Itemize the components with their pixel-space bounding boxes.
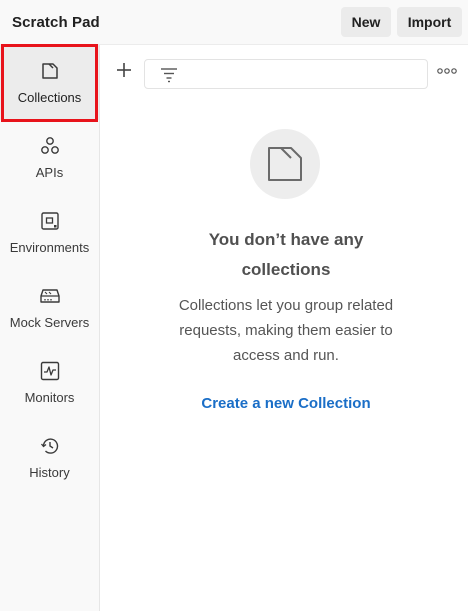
- empty-desc-line: access and run.: [233, 347, 339, 364]
- empty-collection-icon: [250, 129, 320, 199]
- history-icon: [39, 435, 61, 457]
- import-button[interactable]: Import: [397, 7, 462, 37]
- sidebar-item-label: Collections: [17, 90, 82, 105]
- monitor-icon: [39, 360, 61, 382]
- create-collection-link[interactable]: Create a new Collection: [140, 395, 432, 412]
- more-options-button[interactable]: [436, 65, 458, 77]
- sidebar-item-label: APIs: [35, 165, 64, 180]
- sidebar-item-mock-servers[interactable]: Mock Servers: [0, 270, 99, 345]
- header-bar: Scratch Pad New Import: [0, 0, 468, 45]
- empty-title-line: collections: [241, 260, 331, 279]
- empty-title-line: You don’t have any: [208, 230, 364, 249]
- apis-icon: [39, 135, 61, 157]
- sidebar: Collections APIs Environments Mock Serve…: [0, 45, 100, 611]
- more-icon: [437, 68, 457, 74]
- empty-state-description: Collections let you group related reques…: [150, 293, 422, 368]
- sidebar-item-label: Mock Servers: [9, 315, 90, 330]
- sidebar-item-apis[interactable]: APIs: [0, 120, 99, 195]
- empty-state-title: You don’t have any collections: [140, 225, 432, 285]
- environment-icon: [39, 210, 61, 232]
- filter-input[interactable]: [144, 59, 428, 89]
- workspace-title: Scratch Pad: [12, 13, 100, 31]
- plus-icon: [117, 63, 131, 77]
- empty-desc-line: Collections let you group related: [178, 297, 394, 314]
- sidebar-item-history[interactable]: History: [0, 420, 99, 495]
- sidebar-item-monitors[interactable]: Monitors: [0, 345, 99, 420]
- mock-server-icon: [39, 285, 61, 307]
- sidebar-item-label: Monitors: [24, 390, 75, 405]
- collection-icon: [39, 60, 61, 82]
- sidebar-item-label: History: [29, 465, 70, 480]
- sidebar-item-label: Environments: [9, 240, 90, 255]
- filter-icon: [161, 68, 177, 83]
- collections-panel: You don’t have any collections Collectio…: [100, 45, 468, 611]
- empty-desc-line: requests, making them easier to: [179, 322, 393, 339]
- sidebar-item-environments[interactable]: Environments: [0, 195, 99, 270]
- add-collection-button[interactable]: [114, 60, 134, 80]
- new-button[interactable]: New: [341, 7, 391, 37]
- app-window: Scratch Pad New Import Collections APIs …: [0, 0, 468, 611]
- sidebar-item-collections[interactable]: Collections: [0, 45, 99, 120]
